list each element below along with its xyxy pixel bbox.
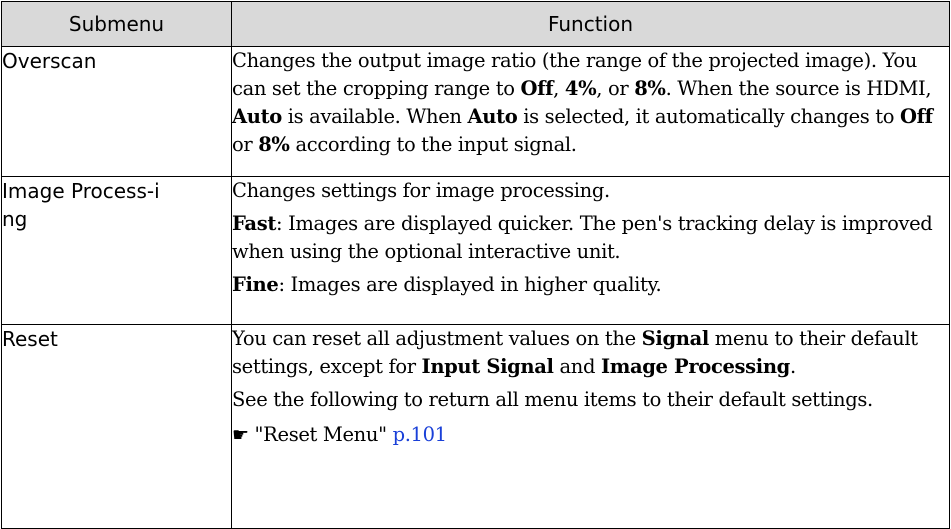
text-run: See the following to return all menu ite… xyxy=(232,388,873,411)
table-row-image-processing: Image Process-ing Changes settings for i… xyxy=(1,176,950,325)
header-function: Function xyxy=(231,1,950,47)
text-run: Changes settings for image processing. xyxy=(232,179,610,202)
bold-term: 4% xyxy=(564,77,597,100)
bold-term: Auto xyxy=(232,105,282,128)
bold-term: Image Processing xyxy=(600,355,790,378)
reference-line: ☛ "Reset Menu" p.101 xyxy=(232,421,949,449)
bold-term: Off xyxy=(900,105,933,128)
text-run: is available. When xyxy=(281,105,468,128)
submenu-reset: Reset xyxy=(1,324,232,529)
function-overscan: Changes the output image ratio (the rang… xyxy=(231,46,950,177)
pointing-hand-icon: ☛ xyxy=(232,424,249,446)
paragraph: Fast: Images are displayed quicker. The … xyxy=(232,210,949,266)
page-link[interactable]: p.101 xyxy=(393,423,448,446)
bold-term: Fast xyxy=(232,212,276,235)
paragraph: Changes the output image ratio (the rang… xyxy=(232,47,949,159)
submenu-function-table: Submenu Function Overscan Changes the ou… xyxy=(1,1,950,529)
text-run: : Images are displayed quicker. The pen'… xyxy=(232,212,933,263)
text-run: according to the input signal. xyxy=(289,133,577,156)
text-run: , or xyxy=(596,77,635,100)
text-run: is selected, it automatically changes to xyxy=(517,105,900,128)
text-run: . When the source is HDMI, xyxy=(665,77,932,100)
submenu-overscan: Overscan xyxy=(1,46,232,177)
submenu-label: Image Process-ing xyxy=(2,179,160,231)
function-image-processing: Changes settings for image processing. F… xyxy=(231,176,950,325)
text-run: You can reset all adjustment values on t… xyxy=(232,327,642,350)
text-run: or xyxy=(232,133,259,156)
paragraph: Changes settings for image processing. xyxy=(232,177,949,205)
reference-text: "Reset Menu" xyxy=(254,423,393,446)
text-run: : Images are displayed in higher quality… xyxy=(278,273,662,296)
table-header-row: Submenu Function xyxy=(1,1,950,47)
paragraph: Fine: Images are displayed in higher qua… xyxy=(232,271,949,299)
header-submenu: Submenu xyxy=(1,1,232,47)
text-run: and xyxy=(553,355,601,378)
bold-term: Signal xyxy=(641,327,710,350)
text-run: . xyxy=(789,355,796,378)
bold-term: 8% xyxy=(634,77,666,100)
table-row-overscan: Overscan Changes the output image ratio … xyxy=(1,46,950,177)
bold-term: Off xyxy=(520,77,554,100)
bold-term: Input Signal xyxy=(421,355,554,378)
bold-term: Auto xyxy=(467,105,518,128)
submenu-image-processing: Image Process-ing xyxy=(1,176,232,325)
paragraph: You can reset all adjustment values on t… xyxy=(232,325,949,381)
table-row-reset: Reset You can reset all adjustment value… xyxy=(1,324,950,529)
function-reset: You can reset all adjustment values on t… xyxy=(231,324,950,529)
text-run: , xyxy=(553,77,565,100)
bold-term: 8% xyxy=(258,133,290,156)
bold-term: Fine xyxy=(232,273,279,296)
paragraph: See the following to return all menu ite… xyxy=(232,386,949,414)
